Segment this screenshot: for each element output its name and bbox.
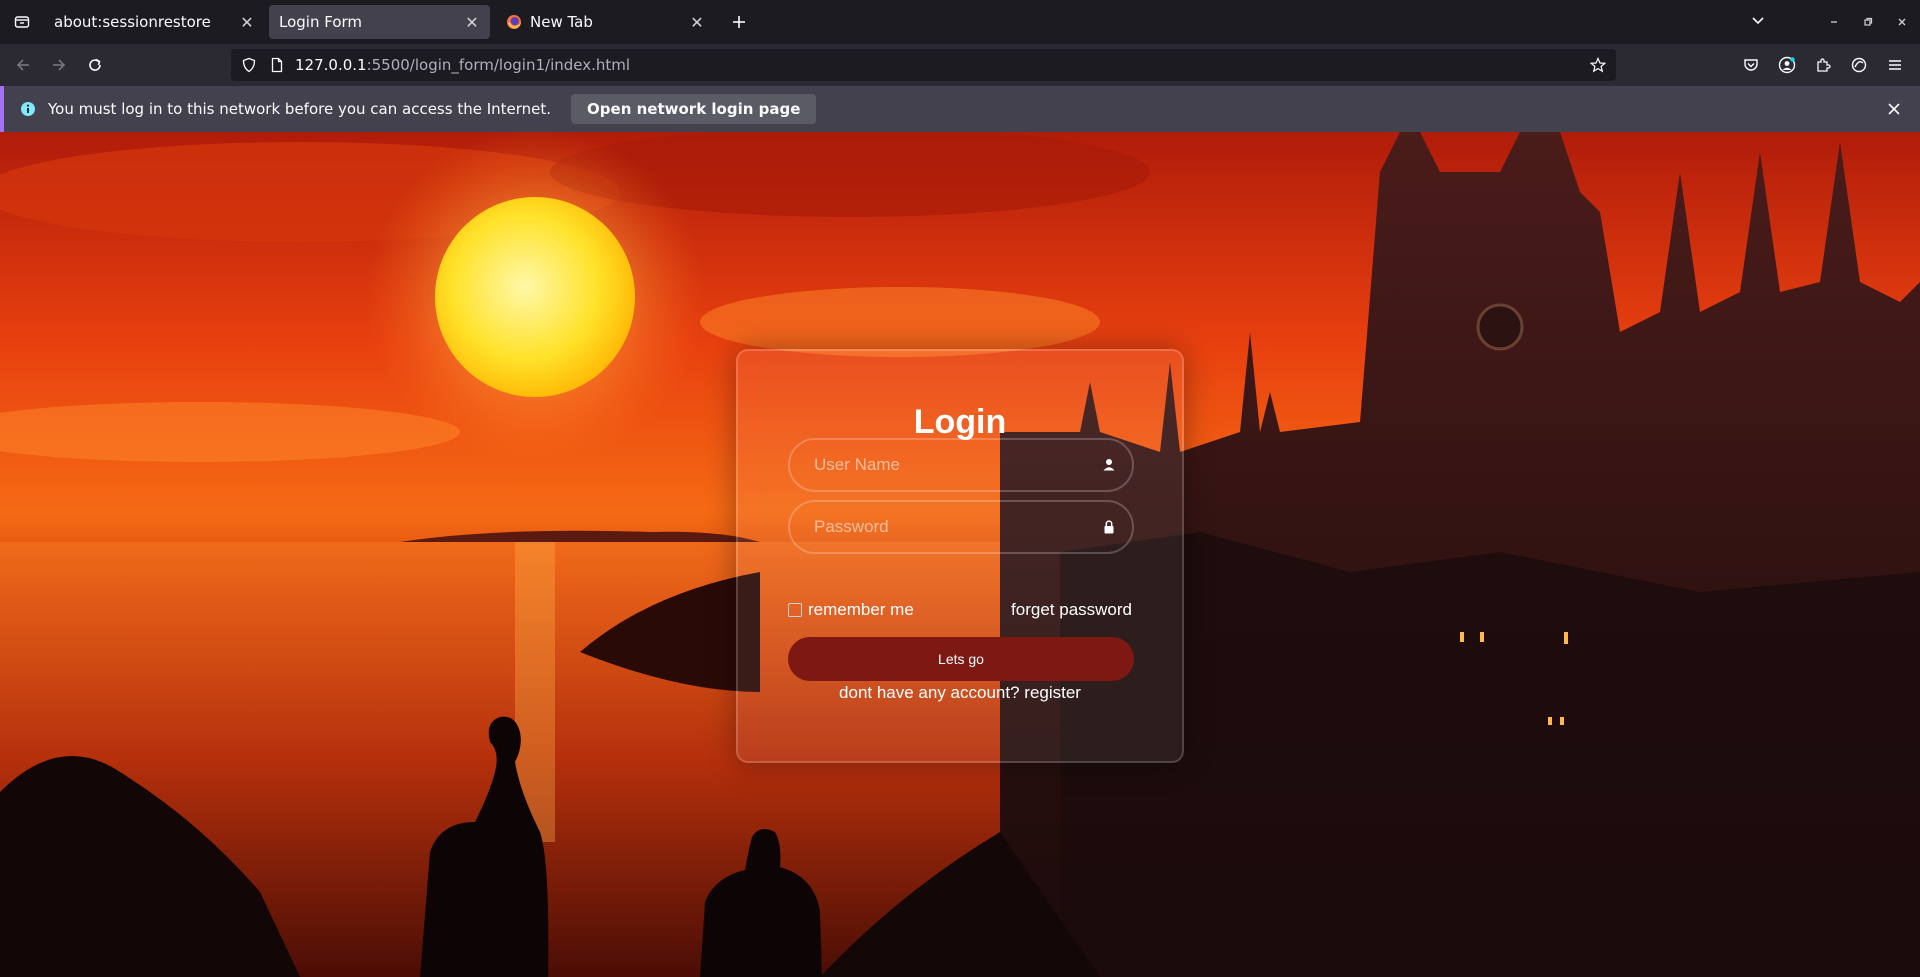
login-title: Login <box>913 403 1007 441</box>
app-menu-button[interactable] <box>1880 51 1910 79</box>
tab-new-tab[interactable]: New Tab ✕ <box>494 5 715 39</box>
password-field[interactable] <box>788 500 1134 554</box>
close-tab-icon[interactable]: ✕ <box>460 10 484 34</box>
restore-icon <box>1864 17 1873 26</box>
puzzle-icon <box>1817 58 1831 72</box>
close-tab-icon[interactable]: ✕ <box>235 10 259 34</box>
shield-icon <box>242 57 256 73</box>
forward-button[interactable] <box>44 51 74 79</box>
close-notification-button[interactable] <box>1882 97 1906 121</box>
plus-icon <box>733 16 745 28</box>
page-icon <box>271 57 283 73</box>
close-tab-icon[interactable]: ✕ <box>685 10 709 34</box>
close-icon <box>1888 103 1900 115</box>
captive-portal-notification: You must log in to this network before y… <box>0 86 1920 132</box>
minimize-button[interactable] <box>1822 10 1846 34</box>
forgot-password-link[interactable]: forget password <box>1011 600 1132 620</box>
tab-list-button[interactable] <box>8 8 36 36</box>
firefox-icon <box>507 15 521 29</box>
tab-login-form[interactable]: Login Form ✕ <box>269 5 490 39</box>
info-icon <box>21 102 35 116</box>
tab-title: about:sessionrestore <box>54 13 211 31</box>
tab-title: New Tab <box>530 13 593 31</box>
tab-sessionrestore[interactable]: about:sessionrestore ✕ <box>44 5 265 39</box>
back-button[interactable] <box>8 51 38 79</box>
firefox-view-button[interactable] <box>1844 51 1874 79</box>
lock-icon <box>1104 520 1114 534</box>
list-all-tabs-button[interactable] <box>1746 8 1770 32</box>
account-button[interactable] <box>1772 51 1802 79</box>
url-bar[interactable]: 127.0.0.1:5500/login_form/login1/index.h… <box>231 49 1616 81</box>
url-text: 127.0.0.1:5500/login_form/login1/index.h… <box>295 56 630 74</box>
username-input[interactable] <box>790 440 1132 490</box>
notification-message: You must log in to this network before y… <box>48 100 552 118</box>
pocket-icon <box>1744 59 1758 71</box>
password-input[interactable] <box>790 502 1132 552</box>
back-arrow-icon <box>16 59 29 71</box>
open-network-login-button[interactable]: Open network login page <box>571 94 817 124</box>
url-path: :5500/login_form/login1/index.html <box>366 56 631 74</box>
navigation-toolbar: 127.0.0.1:5500/login_form/login1/index.h… <box>0 44 1920 86</box>
tab-strip: about:sessionrestore ✕ Login Form ✕ New … <box>0 0 1920 44</box>
login-card: Login remember me forget password Lets g… <box>736 349 1184 763</box>
bookmark-star-icon[interactable] <box>1590 57 1606 73</box>
reload-icon <box>89 58 101 71</box>
checkbox[interactable] <box>788 603 802 617</box>
extensions-button[interactable] <box>1808 51 1838 79</box>
tab-list-icon <box>14 16 30 28</box>
account-icon <box>1778 56 1796 74</box>
new-tab-button[interactable] <box>725 8 753 36</box>
minimize-icon <box>1831 21 1837 23</box>
close-icon <box>1898 18 1906 26</box>
page-viewport: Login remember me forget password Lets g… <box>0 132 1920 977</box>
url-host: 127.0.0.1 <box>295 56 367 74</box>
submit-button[interactable]: Lets go <box>788 637 1134 681</box>
chevron-down-icon <box>1752 17 1764 25</box>
remember-me-label: remember me <box>808 600 914 619</box>
close-window-button[interactable] <box>1890 10 1914 34</box>
register-link[interactable]: dont have any account? register <box>738 683 1182 703</box>
username-field[interactable] <box>788 438 1134 492</box>
restore-button[interactable] <box>1856 10 1880 34</box>
remember-me-checkbox[interactable]: remember me <box>788 600 914 620</box>
user-icon <box>1103 459 1115 471</box>
forward-arrow-icon <box>53 59 66 71</box>
vpn-icon <box>1851 57 1867 73</box>
hamburger-menu-icon <box>1889 60 1901 70</box>
pocket-button[interactable] <box>1736 51 1766 79</box>
reload-button[interactable] <box>80 51 110 79</box>
tab-title: Login Form <box>279 13 363 31</box>
